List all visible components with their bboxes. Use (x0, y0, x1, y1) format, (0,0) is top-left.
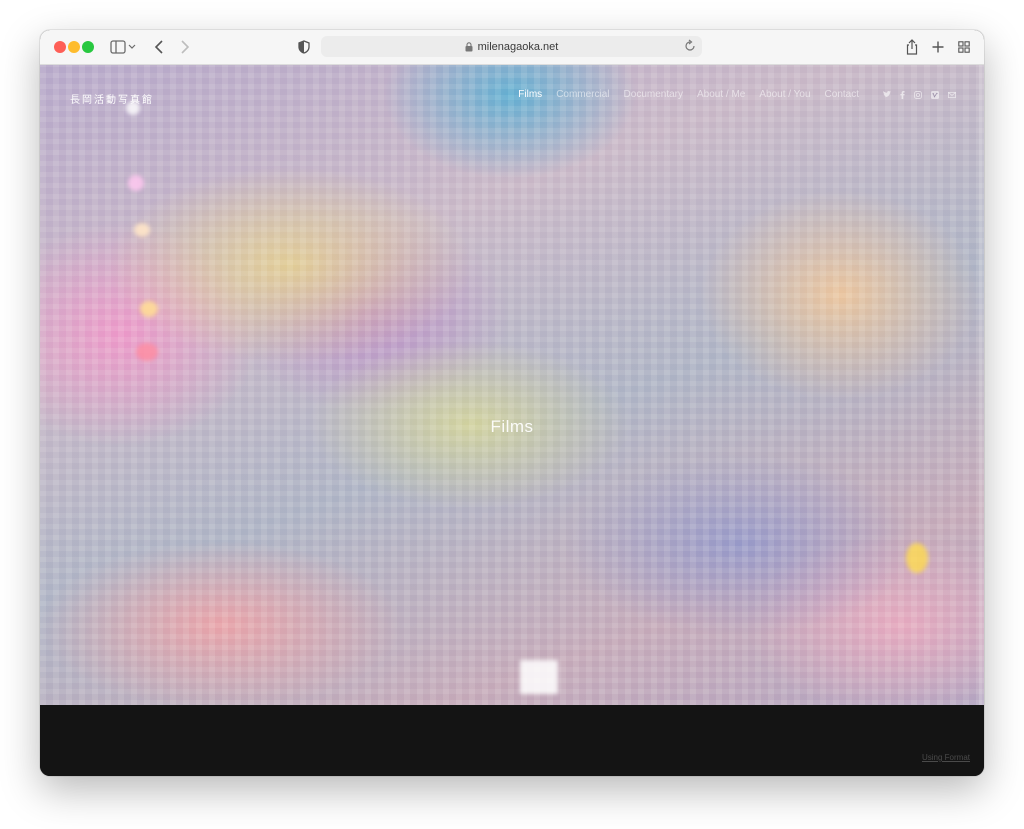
using-format-link[interactable]: Using Format (922, 753, 970, 762)
browser-window: milenagaoka.net 長岡活動写真館 Films Commercial… (40, 30, 984, 776)
bokeh-light (128, 175, 144, 191)
address-bar[interactable]: milenagaoka.net (321, 36, 702, 57)
sidebar-toggle-icon[interactable] (108, 37, 138, 57)
facebook-icon[interactable] (900, 90, 905, 99)
nav-item-about-me[interactable]: About / Me (697, 89, 745, 100)
bokeh-light (136, 343, 158, 361)
new-tab-icon[interactable] (930, 37, 946, 57)
address-text: milenagaoka.net (477, 40, 559, 53)
instagram-icon[interactable] (914, 90, 922, 99)
mail-icon[interactable] (948, 91, 956, 99)
bokeh-light (140, 301, 158, 317)
page-footer: Using Format (40, 705, 984, 776)
nav-item-about-you[interactable]: About / You (759, 89, 810, 100)
site-logo[interactable]: 長岡活動写真館 (70, 91, 154, 106)
site-nav: Films Commercial Documentary About / Me … (518, 89, 956, 100)
reload-icon[interactable] (684, 39, 696, 56)
browser-toolbar: milenagaoka.net (40, 30, 984, 65)
back-icon[interactable] (152, 37, 166, 57)
hero-image: 長岡活動写真館 Films Commercial Documentary Abo… (40, 65, 984, 705)
tab-overview-icon[interactable] (956, 37, 972, 57)
close-window-button[interactable] (54, 41, 66, 53)
city-texture (40, 65, 984, 705)
nav-item-commercial[interactable]: Commercial (556, 89, 609, 100)
nav-item-contact[interactable]: Contact (825, 89, 859, 100)
privacy-shield-icon[interactable] (296, 37, 312, 57)
scrollbar[interactable] (979, 65, 984, 705)
nav-item-films[interactable]: Films (518, 89, 542, 100)
bokeh-light (134, 223, 150, 237)
minimize-window-button[interactable] (68, 41, 80, 53)
building-highlight (520, 660, 558, 694)
hero-title: Films (490, 417, 534, 436)
nav-item-documentary[interactable]: Documentary (624, 89, 683, 100)
vimeo-icon[interactable] (931, 90, 939, 99)
social-links (883, 90, 956, 99)
twitter-icon[interactable] (883, 91, 891, 98)
bokeh-light (906, 543, 928, 573)
forward-icon[interactable] (178, 37, 192, 57)
lock-icon (465, 41, 473, 52)
zoom-window-button[interactable] (82, 41, 94, 53)
share-icon[interactable] (904, 37, 920, 57)
